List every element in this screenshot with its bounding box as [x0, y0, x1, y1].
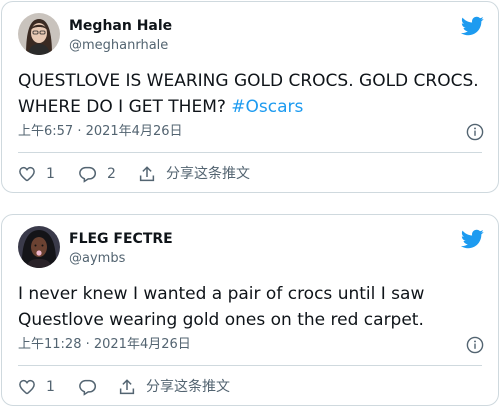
twitter-bird-icon[interactable]	[460, 14, 484, 38]
timestamp[interactable]: 上午11:28 · 2021年4月26日	[18, 337, 191, 353]
divider	[18, 152, 482, 153]
reply-button[interactable]	[78, 378, 118, 396]
tweet-text-line: Questlove wearing gold ones on the red c…	[18, 310, 424, 330]
user-name[interactable]: Meghan Hale	[69, 18, 172, 34]
avatar[interactable]	[18, 13, 60, 55]
hashtag-link[interactable]: #Oscars	[231, 97, 303, 117]
divider	[18, 365, 482, 366]
twitter-bird-icon[interactable]	[460, 227, 484, 251]
reply-count: 2	[107, 166, 116, 182]
tweet-text: I never knew I wanted a pair of crocs un…	[18, 281, 488, 333]
user-name[interactable]: FLEG FECTRE	[69, 231, 173, 247]
tweet-text-line: I never knew I wanted a pair of crocs un…	[18, 284, 425, 304]
info-icon[interactable]	[466, 123, 484, 141]
tweet-text-segment: WHERE DO I GET THEM?	[18, 97, 232, 117]
tweet-text-line: QUESTLOVE IS WEARING GOLD CROCS. GOLD CR…	[18, 71, 479, 91]
reply-icon	[79, 379, 97, 396]
share-button[interactable]: 分享这条推文	[118, 377, 230, 397]
like-button[interactable]: 1	[18, 377, 78, 397]
share-label: 分享这条推文	[146, 379, 230, 395]
action-bar: 1 2 分享这条推文	[18, 164, 250, 184]
like-count: 1	[46, 166, 55, 182]
user-handle[interactable]: @meghanrhale	[69, 38, 168, 54]
share-icon	[119, 379, 135, 395]
share-button[interactable]: 分享这条推文	[138, 164, 250, 184]
user-handle[interactable]: @aymbs	[69, 251, 125, 267]
share-icon	[139, 166, 155, 182]
reply-icon	[79, 166, 97, 183]
info-icon[interactable]	[466, 336, 484, 354]
tweet-card[interactable]: FLEG FECTRE @aymbs I never knew I wanted…	[1, 214, 499, 406]
share-label: 分享这条推文	[166, 166, 250, 182]
reply-button[interactable]: 2	[78, 164, 138, 184]
heart-icon	[19, 166, 35, 182]
avatar[interactable]	[18, 226, 60, 268]
tweet-text-line: WHERE DO I GET THEM? #Oscars	[18, 94, 488, 120]
heart-icon	[19, 379, 35, 395]
like-button[interactable]: 1	[18, 164, 78, 184]
like-count: 1	[46, 379, 55, 395]
tweet-card[interactable]: Meghan Hale @meghanrhale QUESTLOVE IS WE…	[1, 1, 499, 193]
tweet-text: QUESTLOVE IS WEARING GOLD CROCS. GOLD CR…	[18, 68, 488, 120]
timestamp[interactable]: 上午6:57 · 2021年4月26日	[18, 124, 183, 140]
action-bar: 1 分享这条推文	[18, 377, 230, 397]
